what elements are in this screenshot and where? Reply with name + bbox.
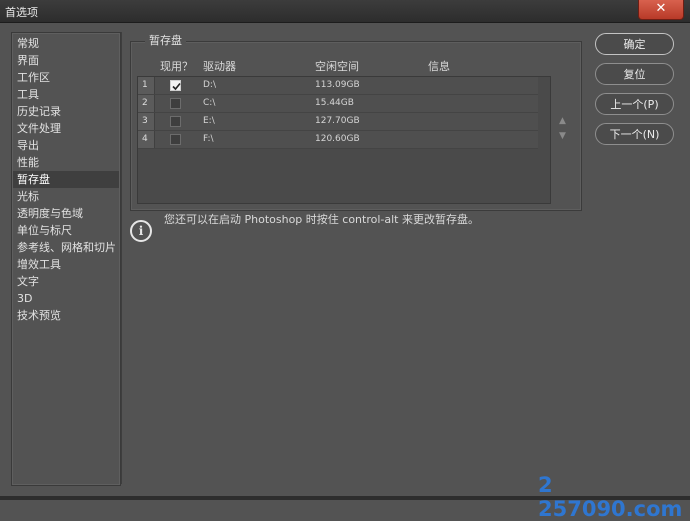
sidebar-item-type[interactable]: 文字 xyxy=(13,273,119,290)
active-checkbox[interactable] xyxy=(170,80,181,91)
info-message: 您还可以在启动 Photoshop 时按住 control-alt 来更改暂存盘… xyxy=(164,213,479,226)
move-down-icon[interactable]: ▼ xyxy=(559,131,566,141)
free-space-cell: 120.60GB xyxy=(315,134,360,144)
row-index: 1 xyxy=(138,77,155,94)
column-header-drive: 驱动器 xyxy=(203,60,236,73)
info-icon: i xyxy=(130,220,152,242)
drive-cell: D:\ xyxy=(203,80,216,90)
sidebar-item-cursors[interactable]: 光标 xyxy=(13,188,119,205)
active-checkbox[interactable] xyxy=(170,116,181,127)
next-button[interactable]: 下一个(N) xyxy=(595,123,674,145)
window-title: 首选项 xyxy=(5,6,38,19)
sidebar-item-3d[interactable]: 3D xyxy=(13,290,119,307)
window-bottom-edge xyxy=(0,496,690,500)
free-space-cell: 15.44GB xyxy=(315,98,354,108)
sidebar-item-tools[interactable]: 工具 xyxy=(13,86,119,103)
sidebar-item-performance[interactable]: 性能 xyxy=(13,154,119,171)
sidebar-item-file-handling[interactable]: 文件处理 xyxy=(13,120,119,137)
table-row[interactable]: 3 E:\ 127.70GB xyxy=(138,113,538,131)
active-checkbox[interactable] xyxy=(170,134,181,145)
preferences-sidebar: 常规 界面 工作区 工具 历史记录 文件处理 导出 性能 暂存盘 光标 透明度与… xyxy=(11,32,121,486)
sidebar-item-general[interactable]: 常规 xyxy=(13,35,119,52)
move-up-icon[interactable]: ▲ xyxy=(559,116,566,126)
drive-cell: C:\ xyxy=(203,98,216,108)
free-space-cell: 113.09GB xyxy=(315,80,360,90)
scratch-disk-table: 1 D:\ 113.09GB 2 C:\ 15.44GB 3 E:\ 127.7… xyxy=(137,76,551,204)
title-bar: 首选项 ✕ xyxy=(0,0,690,23)
sidebar-item-guides-grid[interactable]: 参考线、网格和切片 xyxy=(13,239,119,256)
previous-button[interactable]: 上一个(P) xyxy=(595,93,674,115)
column-header-free-space: 空闲空间 xyxy=(315,60,359,73)
sidebar-item-history[interactable]: 历史记录 xyxy=(13,103,119,120)
row-index: 3 xyxy=(138,113,155,130)
ok-button[interactable]: 确定 xyxy=(595,33,674,55)
sidebar-item-plugins[interactable]: 增效工具 xyxy=(13,256,119,273)
row-index: 2 xyxy=(138,95,155,112)
sidebar-item-workspace[interactable]: 工作区 xyxy=(13,69,119,86)
sidebar-item-interface[interactable]: 界面 xyxy=(13,52,119,69)
sidebar-item-transparency[interactable]: 透明度与色域 xyxy=(13,205,119,222)
scratch-disks-title: 暂存盘 xyxy=(145,32,186,48)
panel-divider xyxy=(121,32,122,484)
sidebar-item-scratch-disks[interactable]: 暂存盘 xyxy=(13,171,119,188)
free-space-cell: 127.70GB xyxy=(315,116,360,126)
reset-button[interactable]: 复位 xyxy=(595,63,674,85)
table-row[interactable]: 4 F:\ 120.60GB xyxy=(138,131,538,149)
column-header-info: 信息 xyxy=(428,60,450,73)
sidebar-item-units-rulers[interactable]: 单位与标尺 xyxy=(13,222,119,239)
close-button[interactable]: ✕ xyxy=(638,0,684,20)
table-row[interactable]: 2 C:\ 15.44GB xyxy=(138,95,538,113)
drive-cell: F:\ xyxy=(203,134,214,144)
drive-cell: E:\ xyxy=(203,116,215,126)
table-row[interactable]: 1 D:\ 113.09GB xyxy=(138,77,538,95)
sidebar-item-export[interactable]: 导出 xyxy=(13,137,119,154)
column-header-active: 现用？ xyxy=(160,60,193,73)
sidebar-item-tech-previews[interactable]: 技术预览 xyxy=(13,307,119,324)
row-index: 4 xyxy=(138,131,155,148)
checkmark-icon xyxy=(172,82,181,91)
active-checkbox[interactable] xyxy=(170,98,181,109)
